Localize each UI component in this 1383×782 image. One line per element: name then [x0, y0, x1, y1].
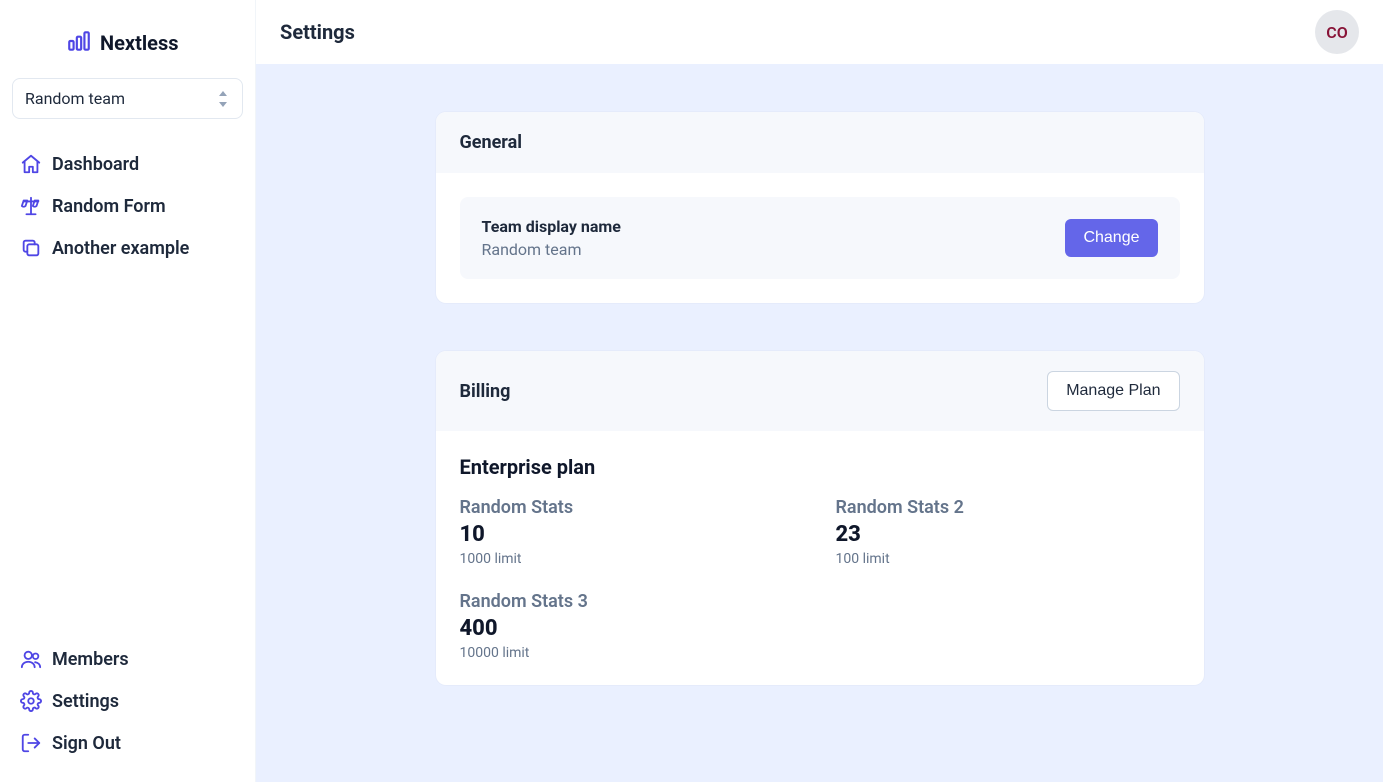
home-icon [20, 153, 42, 175]
sidebar-item-settings[interactable]: Settings [12, 682, 243, 720]
stat-block: Random Stats 3 400 10000 limit [460, 591, 804, 661]
manage-plan-button[interactable]: Manage Plan [1047, 371, 1179, 411]
sidebar-item-members[interactable]: Members [12, 640, 243, 678]
stat-name: Random Stats 3 [460, 591, 804, 612]
app-root: Nextless Random team Dashboard Random Fo… [0, 0, 1383, 782]
billing-card: Billing Manage Plan Enterprise plan Rand… [436, 351, 1204, 685]
content-area: General Team display name Random team Ch… [256, 64, 1383, 782]
stat-name: Random Stats [460, 497, 804, 518]
stat-block: Random Stats 10 1000 limit [460, 497, 804, 567]
scale-icon [20, 195, 42, 217]
general-card-body: Team display name Random team Change [436, 173, 1204, 303]
avatar[interactable]: CO [1315, 10, 1359, 54]
brand: Nextless [12, 24, 243, 78]
plan-name: Enterprise plan [460, 455, 1180, 479]
stat-value: 23 [836, 522, 1180, 547]
page-title: Settings [280, 20, 355, 44]
avatar-initials: CO [1326, 23, 1348, 42]
general-card: General Team display name Random team Ch… [436, 112, 1204, 303]
team-display-name-row: Team display name Random team Change [460, 197, 1180, 279]
stat-limit: 10000 limit [460, 645, 804, 661]
stat-block: Random Stats 2 23 100 limit [836, 497, 1180, 567]
gear-icon [20, 690, 42, 712]
stat-limit: 100 limit [836, 551, 1180, 567]
team-selector[interactable]: Random team [12, 78, 243, 119]
sidebar-item-random-form[interactable]: Random Form [12, 187, 243, 225]
stats-grid: Random Stats 10 1000 limit Random Stats … [460, 497, 1180, 661]
copy-icon [20, 237, 42, 259]
chevron-up-down-icon [216, 92, 230, 106]
sidebar-item-label: Sign Out [52, 733, 121, 754]
sidebar-nav-bottom: Members Settings Sign Out [12, 640, 243, 762]
content-container: General Team display name Random team Ch… [436, 112, 1204, 685]
billing-card-header: Billing Manage Plan [436, 351, 1204, 431]
sidebar-item-label: Another example [52, 238, 189, 259]
sidebar-item-label: Dashboard [52, 154, 139, 175]
team-display-name-value: Random team [482, 240, 621, 259]
billing-card-body: Enterprise plan Random Stats 10 1000 lim… [436, 431, 1204, 685]
bar-chart-icon [66, 28, 92, 58]
stat-limit: 1000 limit [460, 551, 804, 567]
sidebar-item-another-example[interactable]: Another example [12, 229, 243, 267]
sidebar: Nextless Random team Dashboard Random Fo… [0, 0, 256, 782]
setting-text: Team display name Random team [482, 217, 621, 259]
topbar: Settings CO [256, 0, 1383, 64]
brand-name: Nextless [100, 31, 179, 55]
sidebar-item-label: Members [52, 649, 129, 670]
sidebar-item-sign-out[interactable]: Sign Out [12, 724, 243, 762]
users-icon [20, 648, 42, 670]
team-selector-value: Random team [25, 89, 125, 108]
stat-value: 10 [460, 522, 804, 547]
sidebar-nav-top: Dashboard Random Form Another example [12, 145, 243, 267]
general-card-title: General [460, 132, 523, 153]
stat-value: 400 [460, 616, 804, 641]
billing-card-title: Billing [460, 381, 511, 402]
sidebar-item-label: Random Form [52, 196, 166, 217]
sidebar-item-label: Settings [52, 691, 119, 712]
general-card-header: General [436, 112, 1204, 173]
main-column: Settings CO General Team display name [256, 0, 1383, 782]
sidebar-item-dashboard[interactable]: Dashboard [12, 145, 243, 183]
change-button[interactable]: Change [1065, 219, 1157, 257]
logout-icon [20, 732, 42, 754]
team-display-name-label: Team display name [482, 217, 621, 236]
stat-name: Random Stats 2 [836, 497, 1180, 518]
